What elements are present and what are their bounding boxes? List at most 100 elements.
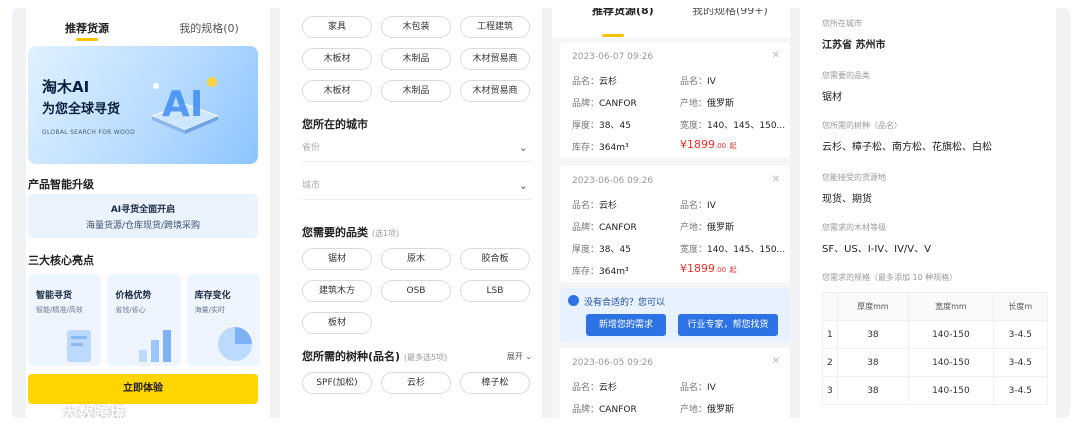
pie-chart-icon bbox=[217, 327, 252, 361]
label: 品牌： bbox=[572, 405, 600, 415]
cell: 3-4.5 bbox=[992, 348, 1049, 377]
help-box: 没有合适的？您可以 新增您的需求 行业专家，帮您找货 bbox=[560, 288, 790, 342]
card-date: 2023-06-05 09:26 bbox=[572, 358, 654, 368]
city-title: 您所在的城市 bbox=[302, 118, 368, 131]
ai-banner[interactable]: 淘木AI 为您全球寻货 GLOBAL SEARCH FOR WOOD AI bbox=[28, 46, 258, 164]
table-row[interactable]: 1 38 140-150 3-4.5 bbox=[822, 320, 1049, 349]
chip[interactable]: 木制品 bbox=[381, 80, 451, 102]
expand-button[interactable]: 展开 ⌄ bbox=[507, 351, 532, 362]
card-date: 2023-06-07 09:26 bbox=[572, 52, 654, 62]
highlight-inventory[interactable]: 库存变化 海量/实时 bbox=[186, 274, 260, 366]
col-width: 宽度mm bbox=[908, 292, 994, 321]
chip[interactable]: OSB bbox=[381, 280, 451, 302]
price-int: ¥1899 bbox=[680, 138, 715, 151]
label: 产地： bbox=[680, 99, 708, 109]
chip[interactable]: 建筑木方 bbox=[302, 280, 372, 302]
chip[interactable]: LSB bbox=[460, 280, 530, 302]
chip[interactable]: 木包装 bbox=[381, 16, 451, 38]
category-label: 您需要的品类 bbox=[822, 71, 870, 80]
species-title-text: 您所需的树种(品名) bbox=[302, 350, 401, 363]
supply-card[interactable]: 2023-06-07 09:26 ✕ 品名：云杉 品名：IV 品牌：CANFOR… bbox=[560, 42, 790, 158]
bar-chart-icon bbox=[138, 330, 171, 362]
price-dec: .00 bbox=[715, 266, 727, 274]
field-origin: 产地：俄罗斯 bbox=[680, 402, 734, 415]
cell: 2 bbox=[822, 348, 838, 377]
tab-my-specs[interactable]: 我的规格(99+) bbox=[692, 8, 768, 18]
field-grade: 品名：IV bbox=[680, 74, 716, 87]
close-icon[interactable]: ✕ bbox=[772, 356, 780, 367]
tab-indicator bbox=[76, 38, 98, 41]
chat-icon bbox=[568, 295, 579, 306]
price-dec: .00 bbox=[715, 142, 727, 150]
tab-my-specs[interactable]: 我的规格(0) bbox=[148, 8, 270, 44]
field-width: 宽度：140、145、150... bbox=[680, 242, 785, 255]
svg-text:AI: AI bbox=[162, 84, 203, 125]
species-chips: SPF(加松) 云杉 樟子松 bbox=[302, 372, 530, 394]
close-icon[interactable]: ✕ bbox=[772, 174, 780, 185]
industry-chips: 家具 木包装 工程建筑 木板材 木制品 木材贸易商 木板材 木制品 木材贸易商 bbox=[302, 16, 530, 102]
chip[interactable]: 工程建筑 bbox=[460, 16, 530, 38]
supply-card[interactable]: 2023-06-05 09:26 ✕ 品名：云杉 品名：IV 品牌：CANFOR… bbox=[560, 348, 790, 418]
help-question: 没有合适的？您可以 bbox=[584, 298, 666, 308]
chip[interactable]: 锯材 bbox=[302, 248, 372, 270]
chip[interactable]: 木材贸易商 bbox=[460, 80, 530, 102]
field-origin: 产地：俄罗斯 bbox=[680, 96, 734, 109]
tab-indicator bbox=[602, 34, 624, 37]
tab-recommended[interactable]: 推荐货源 bbox=[26, 8, 148, 44]
table-row[interactable]: 2 38 140-150 3-4.5 bbox=[822, 348, 1049, 377]
field-grade: 品名：IV bbox=[680, 380, 716, 393]
label: 品名： bbox=[680, 201, 708, 211]
supply-tabs: 推荐货源(8) 我的规格(99+) bbox=[552, 8, 790, 38]
label: 品名： bbox=[572, 383, 600, 393]
chip[interactable]: 木板材 bbox=[302, 48, 372, 70]
city-placeholder: 城市 bbox=[302, 181, 321, 191]
chip[interactable]: 原木 bbox=[381, 248, 451, 270]
field-brand: 品牌：CANFOR bbox=[572, 402, 637, 415]
table-row[interactable]: 3 38 140-150 3-4.5 bbox=[822, 376, 1049, 405]
banner-en: GLOBAL SEARCH FOR WOOD bbox=[42, 129, 136, 136]
chip[interactable]: 木材贸易商 bbox=[460, 48, 530, 70]
value: 140、145、150... bbox=[707, 121, 786, 131]
supply-card[interactable]: 2023-06-06 09:26 ✕ 品名：云杉 品名：IV 品牌：CANFOR… bbox=[560, 166, 790, 282]
province-placeholder: 省份 bbox=[302, 143, 321, 153]
value: 140、145、150... bbox=[707, 245, 786, 255]
species-label: 您所需的树种（品名） bbox=[822, 121, 902, 130]
field-grade: 品名：IV bbox=[680, 198, 716, 211]
chip[interactable]: 木板材 bbox=[302, 80, 372, 102]
city-label: 您所在城市 bbox=[822, 19, 862, 28]
highlights-row: 智能寻货 智能/精准/高效 价格优势 省钱/省心 库存变化 海量/实时 bbox=[28, 274, 260, 366]
chip[interactable]: 板材 bbox=[302, 312, 372, 334]
chip[interactable]: 云杉 bbox=[381, 372, 451, 394]
label: 库存： bbox=[572, 143, 600, 153]
source-label: 您能接受的货源地 bbox=[822, 173, 886, 182]
label: 品牌： bbox=[572, 99, 600, 109]
expert-help-button[interactable]: 行业专家，帮您找货 bbox=[678, 314, 778, 336]
label: 宽度： bbox=[680, 121, 708, 131]
grade-label: 您需求的木材等级 bbox=[822, 223, 886, 232]
col-length: 长度m bbox=[992, 292, 1049, 321]
price: ¥1899.00 起 bbox=[680, 262, 737, 275]
chip[interactable]: 樟子松 bbox=[460, 372, 530, 394]
city-select[interactable]: 城市 ⌄ bbox=[302, 172, 532, 200]
ai-search-card[interactable]: AI寻货全面开启 海量货源/仓库现货/跨境采购 bbox=[28, 194, 258, 238]
tab-recommended[interactable]: 推荐货源(8) bbox=[592, 8, 654, 18]
cell: 3-4.5 bbox=[992, 320, 1049, 349]
table-header-row: 厚度mm 宽度mm 长度m bbox=[822, 292, 1049, 321]
province-select[interactable]: 省份 ⌄ bbox=[302, 134, 532, 162]
chip[interactable]: 家具 bbox=[302, 16, 372, 38]
try-now-button[interactable]: 立即体验 bbox=[28, 374, 258, 404]
supply-list-panel: 推荐货源(8) 我的规格(99+) 2023-06-07 09:26 ✕ 品名：… bbox=[552, 8, 790, 418]
label: 品名： bbox=[572, 201, 600, 211]
chip[interactable]: 胶合板 bbox=[460, 248, 530, 270]
close-icon[interactable]: ✕ bbox=[772, 50, 780, 61]
price: ¥1899.00 起 bbox=[680, 138, 737, 151]
highlight-price[interactable]: 价格优势 省钱/省心 bbox=[107, 274, 181, 366]
chip[interactable]: SPF(加松) bbox=[302, 372, 372, 394]
category-value: 锯材 bbox=[822, 92, 842, 103]
add-demand-button[interactable]: 新增您的需求 bbox=[586, 314, 666, 336]
chip[interactable]: 木制品 bbox=[381, 48, 451, 70]
section-upgrade-title: 产品智能升级 bbox=[28, 178, 94, 191]
category-title-text: 您需要的品类 bbox=[302, 226, 368, 239]
value: IV bbox=[707, 201, 716, 211]
highlight-smart-search[interactable]: 智能寻货 智能/精准/高效 bbox=[28, 274, 102, 366]
